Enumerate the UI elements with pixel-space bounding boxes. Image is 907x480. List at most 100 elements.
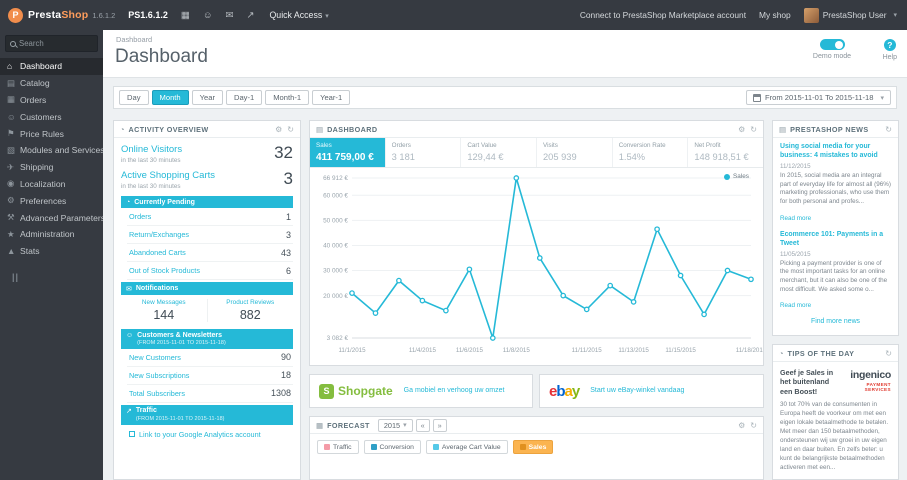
- ebay-link[interactable]: Start uw eBay-winkel vandaag: [590, 386, 684, 395]
- total-subscribers-link[interactable]: Total Subscribers: [129, 389, 185, 398]
- find-more-news-link[interactable]: Find more news: [780, 318, 891, 325]
- pending-orders-link[interactable]: Orders: [129, 212, 151, 221]
- forecast-prev-button[interactable]: «: [415, 418, 430, 432]
- link-icon: [129, 431, 135, 438]
- sales-series-dot: [724, 173, 730, 180]
- metric-visits[interactable]: Visits 205 939: [537, 138, 613, 167]
- version-label: 1.6.1.2: [92, 10, 116, 20]
- new-customers-link[interactable]: New Customers: [129, 353, 181, 362]
- svg-text:11/1/2015: 11/1/2015: [338, 347, 366, 354]
- sidebar-item-price-rules[interactable]: ⚑ Price Rules: [0, 125, 103, 142]
- sidebar-item-customers[interactable]: ☺ Customers: [0, 108, 103, 125]
- sidebar-item-administration[interactable]: ★ Administration: [0, 226, 103, 243]
- my-shop-link[interactable]: My shop: [759, 10, 791, 20]
- toggle-switch-icon[interactable]: [819, 39, 845, 50]
- sidebar-item-shipping[interactable]: ✈ Shipping: [0, 159, 103, 176]
- gear-icon[interactable]: [738, 125, 745, 134]
- total-subscribers-value: 1308: [270, 388, 291, 399]
- return-exchanges-value: 3: [285, 229, 291, 240]
- metric-cart-value[interactable]: Cart Value 129,44 €: [461, 138, 538, 167]
- sidebar-search[interactable]: [5, 35, 98, 52]
- abandoned-carts-row: Abandoned Carts 43: [127, 244, 293, 262]
- refresh-icon[interactable]: [750, 421, 757, 430]
- online-visitors-link[interactable]: Online Visitors: [121, 144, 182, 155]
- range-month-button[interactable]: Month: [151, 90, 189, 105]
- administration-icon: ★: [7, 228, 15, 239]
- abandoned-carts-link[interactable]: Abandoned Carts: [129, 248, 186, 257]
- tips-panel-icon: ◔: [779, 348, 784, 358]
- demo-mode-toggle[interactable]: Demo mode: [809, 39, 855, 60]
- active-carts-link[interactable]: Active Shopping Carts: [121, 170, 215, 181]
- forecast-legend-traffic[interactable]: Traffic: [317, 440, 359, 454]
- svg-text:11/4/2015: 11/4/2015: [409, 347, 437, 354]
- envelope-icon: ✉: [126, 285, 132, 293]
- expertise-icon[interactable]: ↗: [246, 10, 254, 21]
- shop-name[interactable]: PS1.6.1.2: [128, 10, 168, 20]
- out-of-stock-value: 6: [285, 265, 291, 276]
- refresh-icon[interactable]: [885, 349, 892, 358]
- stats-icon: ▲: [7, 246, 16, 257]
- avatar: [803, 7, 819, 23]
- metric-orders[interactable]: Orders 3 181: [386, 138, 462, 167]
- range-month-1-button[interactable]: Month-1: [265, 90, 310, 105]
- refresh-icon[interactable]: [885, 125, 892, 134]
- active-carts-kpi: Active Shopping Carts in the last 30 min…: [121, 170, 293, 190]
- date-range-picker[interactable]: From 2015-11-01 To 2015-11-18: [745, 90, 891, 105]
- sidebar-item-advanced-parameters[interactable]: ⚒ Advanced Parameters: [0, 209, 105, 226]
- refresh-icon[interactable]: [287, 125, 294, 134]
- search-input[interactable]: [19, 39, 93, 48]
- read-more-link[interactable]: Read more: [780, 215, 811, 222]
- breadcrumb[interactable]: Dashboard: [116, 35, 152, 44]
- sidebar-item-localization[interactable]: ◉ Localization: [0, 176, 103, 193]
- cart-notification-icon[interactable]: ▦: [181, 10, 190, 21]
- sidebar-collapse-toggle[interactable]: [12, 272, 103, 282]
- sidebar-item-dashboard[interactable]: ⌂ Dashboard: [0, 58, 103, 75]
- return-exchanges-link[interactable]: Return/Exchanges: [129, 230, 189, 239]
- range-year-1-button[interactable]: Year-1: [312, 90, 351, 105]
- marketplace-link[interactable]: Connect to PrestaShop Marketplace accoun…: [580, 10, 746, 20]
- metric-conversion-rate[interactable]: Conversion Rate 1.54%: [613, 138, 689, 167]
- main-content: Dashboard Dashboard Demo mode Help Day M…: [103, 30, 907, 480]
- chart-legend-sales[interactable]: Sales: [724, 173, 749, 180]
- shopgate-link[interactable]: Ga mobiel en verhoog uw omzet: [404, 386, 505, 395]
- shopgate-logo-text: Shopgate: [338, 384, 393, 398]
- new-messages-stat[interactable]: New Messages 144: [121, 299, 207, 322]
- sidebar-item-catalog[interactable]: ▤ Catalog: [0, 75, 103, 92]
- metric-net-profit[interactable]: Net Profit 148 918,51 €: [688, 138, 763, 167]
- sidebar-item-label: Shipping: [20, 162, 54, 173]
- forecast-legend-average-cart-value[interactable]: Average Cart Value: [425, 440, 508, 454]
- prestashop-news-panel: ▤ PRESTASHOP NEWS Using social media for…: [772, 120, 899, 336]
- sidebar-item-stats[interactable]: ▲ Stats: [0, 243, 103, 260]
- help-label: Help: [882, 54, 897, 61]
- refresh-icon[interactable]: [750, 125, 757, 134]
- news-article-title[interactable]: Using social media for your business: 4 …: [780, 143, 891, 161]
- metric-sales[interactable]: Sales 411 759,00 €: [310, 138, 386, 167]
- forecast-legend-sales[interactable]: Sales: [512, 440, 554, 454]
- customers-notification-icon[interactable]: ☺: [203, 10, 213, 21]
- new-subscriptions-link[interactable]: New Subscriptions: [129, 371, 189, 380]
- gear-icon[interactable]: [738, 421, 745, 430]
- product-reviews-stat[interactable]: Product Reviews 882: [206, 299, 294, 322]
- forecast-next-button[interactable]: »: [432, 418, 447, 432]
- prestashop-logo[interactable]: P PrestaShop 1.6.1.2: [8, 7, 116, 23]
- quick-access-menu[interactable]: Quick Access: [269, 10, 328, 20]
- sidebar-item-preferences[interactable]: ⚙ Preferences: [0, 192, 103, 209]
- out-of-stock-link[interactable]: Out of Stock Products: [129, 266, 200, 275]
- forecast-legend-conversion[interactable]: Conversion: [363, 440, 421, 454]
- messages-notification-icon[interactable]: ✉: [226, 10, 234, 21]
- google-analytics-link[interactable]: Link to your Google Analytics account: [127, 425, 293, 444]
- svg-text:30 000 €: 30 000 €: [323, 268, 348, 275]
- range-year-button[interactable]: Year: [191, 90, 223, 105]
- gear-icon[interactable]: [275, 125, 282, 134]
- sidebar-item-orders[interactable]: ▦ Orders: [0, 92, 103, 109]
- forecast-year-select[interactable]: 2015: [377, 418, 413, 432]
- range-day-1-button[interactable]: Day-1: [225, 90, 263, 105]
- help-button[interactable]: Help: [883, 39, 897, 61]
- pending-orders-row: Orders 1: [127, 208, 293, 226]
- user-menu[interactable]: PrestaShop User: [803, 7, 897, 23]
- range-day-button[interactable]: Day: [119, 90, 149, 105]
- sidebar-item-modules[interactable]: ▧ Modules and Services: [0, 142, 105, 159]
- news-article: Ecommerce 101: Payments in a Tweet 11/05…: [780, 231, 891, 313]
- read-more-link[interactable]: Read more: [780, 302, 811, 309]
- news-article-title[interactable]: Ecommerce 101: Payments in a Tweet: [780, 231, 891, 249]
